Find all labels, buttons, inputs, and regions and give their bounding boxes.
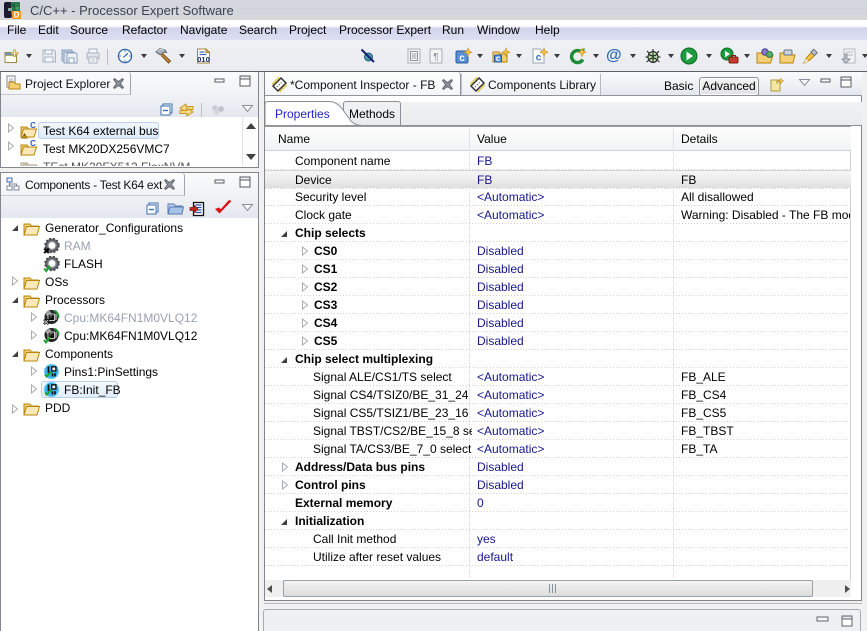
svg-text:C: C bbox=[30, 140, 36, 148]
svg-text:c: c bbox=[459, 53, 465, 64]
svg-text:C: C bbox=[30, 122, 36, 130]
svg-text:010: 010 bbox=[197, 55, 210, 64]
svg-text:¶: ¶ bbox=[433, 52, 438, 63]
svg-text:D: D bbox=[14, 11, 20, 20]
svg-text:c: c bbox=[536, 53, 542, 64]
svg-text:c: c bbox=[496, 54, 501, 63]
